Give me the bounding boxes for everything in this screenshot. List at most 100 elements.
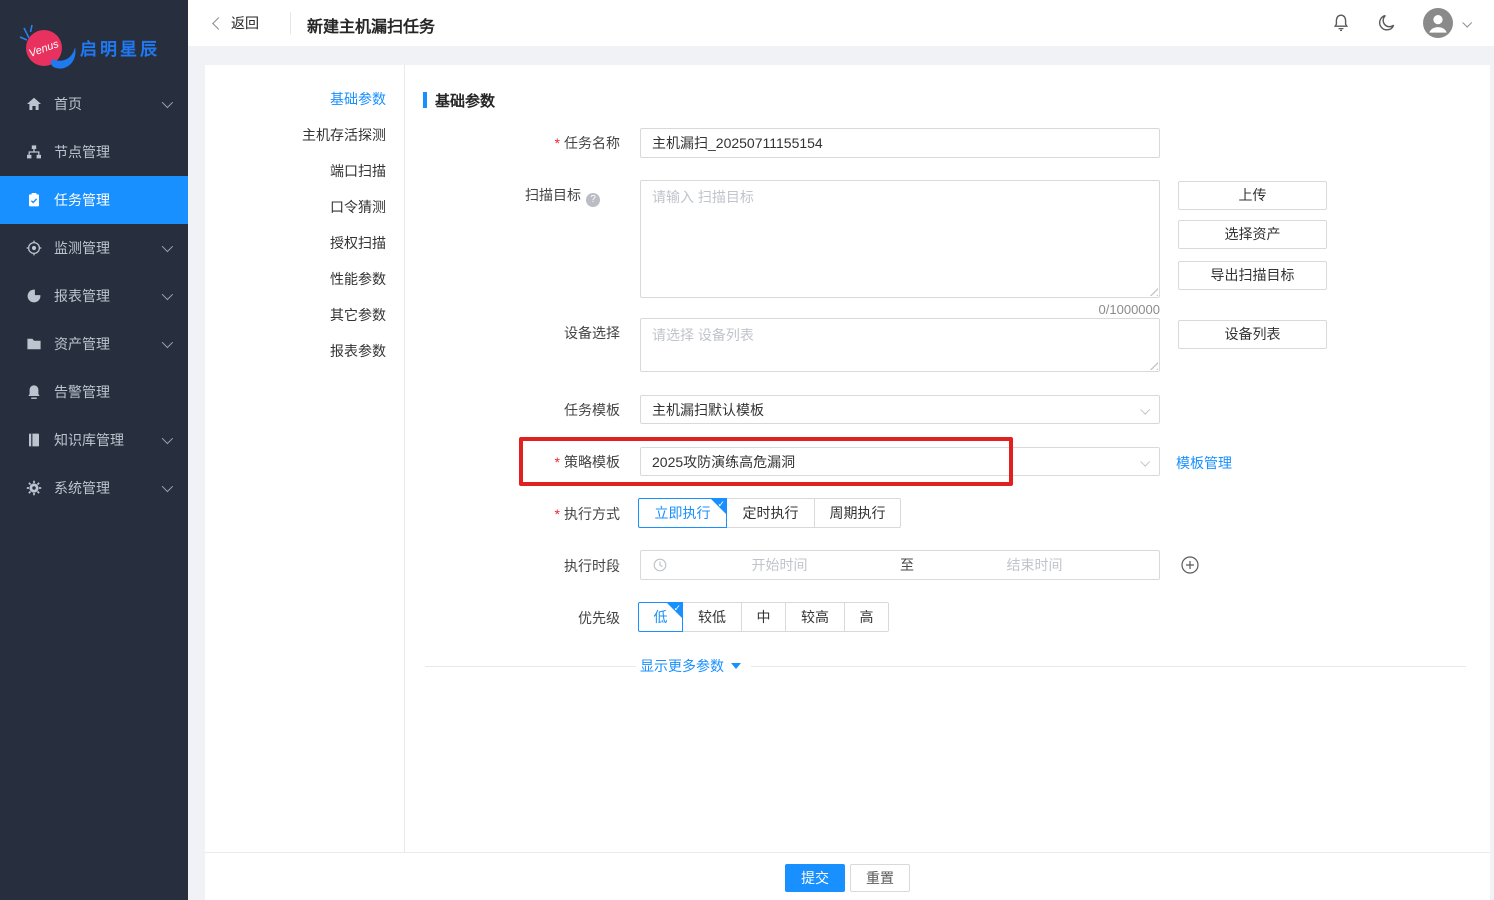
chevron-down-icon (162, 433, 173, 444)
plus-circle-icon (1181, 556, 1199, 574)
tasks-icon (26, 192, 42, 208)
subnav-item-auth-scan[interactable]: 授权扫描 (205, 233, 386, 253)
sidebar-item-label: 系统管理 (54, 478, 110, 498)
subnav-item-report[interactable]: 报表参数 (205, 341, 386, 361)
avatar (1423, 8, 1453, 38)
subnav-item-performance[interactable]: 性能参数 (205, 269, 386, 289)
priority-option-medium[interactable]: 中 (741, 602, 786, 632)
sidebar-item-tasks[interactable]: 任务管理 (0, 176, 188, 224)
knowledge-icon (26, 432, 42, 448)
export-targets-button[interactable]: 导出扫描目标 (1178, 261, 1327, 290)
device-list-button[interactable]: 设备列表 (1178, 320, 1327, 349)
nodes-icon (26, 144, 42, 160)
task-template-label: 任务模板 (440, 400, 620, 420)
start-time-placeholder: 开始时间 (667, 555, 892, 575)
show-more-params-link[interactable]: 显示更多参数 (636, 656, 751, 676)
chevron-down-icon (1462, 17, 1472, 27)
sidebar-item-monitor[interactable]: 监测管理 (0, 224, 188, 272)
sidebar-item-label: 任务管理 (54, 190, 110, 210)
sidebar-item-reports[interactable]: 报表管理 (0, 272, 188, 320)
template-manage-link[interactable]: 模板管理 (1176, 453, 1232, 473)
home-icon (26, 96, 42, 112)
subnav-item-basic[interactable]: 基础参数 (205, 89, 386, 109)
required-mark: * (555, 506, 560, 522)
sidebar-item-knowledge[interactable]: 知识库管理 (0, 416, 188, 464)
submit-button[interactable]: 提交 (785, 864, 845, 892)
sidebar-item-label: 报表管理 (54, 286, 110, 306)
back-label: 返回 (231, 13, 259, 33)
sidebar-item-system[interactable]: 系统管理 (0, 464, 188, 512)
selected-check-icon (717, 498, 725, 510)
sidebar-item-nodes[interactable]: 节点管理 (0, 128, 188, 176)
caret-down-icon (731, 663, 741, 669)
sidebar-item-label: 首页 (54, 94, 82, 114)
exec-mode-option-immediate[interactable]: 立即执行 (638, 498, 727, 528)
time-range-picker[interactable]: 开始时间 至 结束时间 (640, 550, 1160, 580)
user-menu[interactable] (1423, 8, 1470, 38)
device-select-label: 设备选择 (440, 323, 620, 343)
sidebar-item-label: 知识库管理 (54, 430, 124, 450)
brand-logo[interactable]: Venus 启明星辰 (18, 22, 178, 72)
clock-icon (653, 558, 667, 572)
priority-option-higher[interactable]: 较高 (785, 602, 845, 632)
back-button[interactable]: 返回 (214, 12, 259, 34)
range-separator: 至 (892, 555, 922, 575)
topbar-divider (290, 12, 291, 34)
dark-mode-moon-icon[interactable] (1377, 13, 1397, 33)
section-title: 基础参数 (435, 90, 495, 111)
end-time-placeholder: 结束时间 (922, 555, 1147, 575)
exec-mode-option-scheduled[interactable]: 定时执行 (726, 498, 815, 528)
sidebar-item-assets[interactable]: 资产管理 (0, 320, 188, 368)
priority-segmented: 低 较低 中 较高 高 (638, 602, 889, 632)
subnav-item-pwd-guess[interactable]: 口令猜测 (205, 197, 386, 217)
scan-target-textarea[interactable] (640, 180, 1160, 298)
chevron-down-icon (162, 337, 173, 348)
reset-button[interactable]: 重置 (850, 864, 910, 892)
chevron-down-icon (162, 289, 173, 300)
sidebar-item-home[interactable]: 首页 (0, 80, 188, 128)
venus-logo-icon: Venus (18, 22, 76, 72)
priority-option-high[interactable]: 高 (844, 602, 889, 632)
sidebar: Venus 启明星辰 首页 节点管理 任务管理 监测管理 报表管理 (0, 0, 188, 900)
assets-icon (26, 336, 42, 352)
monitor-icon (26, 240, 42, 256)
reports-icon (26, 288, 42, 304)
policy-template-value: 2025攻防演练高危漏洞 (652, 452, 795, 472)
system-icon (26, 480, 42, 496)
policy-template-select[interactable]: 2025攻防演练高危漏洞 (640, 447, 1160, 476)
add-period-button[interactable] (1181, 556, 1199, 574)
select-assets-button[interactable]: 选择资产 (1178, 220, 1327, 249)
task-template-value: 主机漏扫默认模板 (652, 400, 764, 420)
sidebar-item-label: 告警管理 (54, 382, 110, 402)
chevron-down-icon (162, 241, 173, 252)
selected-check-icon (673, 602, 681, 614)
subnav-item-host-alive[interactable]: 主机存活探测 (205, 125, 386, 145)
char-counter: 0/1000000 (640, 302, 1160, 317)
sidebar-item-alerts[interactable]: 告警管理 (0, 368, 188, 416)
form-panel: 基础参数 主机存活探测 端口扫描 口令猜测 授权扫描 性能参数 其它参数 报表参… (205, 65, 1490, 900)
sidebar-item-label: 节点管理 (54, 142, 110, 162)
topbar-actions (1331, 0, 1470, 46)
main-content: 基础参数 主机存活探测 端口扫描 口令猜测 授权扫描 性能参数 其它参数 报表参… (188, 46, 1494, 900)
priority-option-low[interactable]: 低 (638, 602, 683, 632)
device-select-textarea[interactable] (640, 318, 1160, 372)
priority-option-lower[interactable]: 较低 (682, 602, 742, 632)
section-accent-bar (423, 92, 427, 108)
exec-mode-label: *执行方式 (440, 504, 620, 524)
exec-mode-option-periodic[interactable]: 周期执行 (814, 498, 901, 528)
task-name-label: *任务名称 (440, 133, 620, 153)
help-icon[interactable] (586, 193, 600, 207)
page-title: 新建主机漏扫任务 (307, 13, 435, 37)
alerts-icon (26, 384, 42, 400)
chevron-down-icon (1140, 457, 1150, 467)
brand-name: 启明星辰 (80, 35, 160, 60)
task-name-input[interactable] (640, 128, 1160, 158)
task-template-select[interactable]: 主机漏扫默认模板 (640, 395, 1160, 424)
policy-template-label: *策略模板 (440, 452, 620, 472)
subnav-item-port-scan[interactable]: 端口扫描 (205, 161, 386, 181)
sidebar-item-label: 资产管理 (54, 334, 110, 354)
upload-button[interactable]: 上传 (1178, 181, 1327, 210)
sidebar-item-label: 监测管理 (54, 238, 110, 258)
subnav-item-other[interactable]: 其它参数 (205, 305, 386, 325)
notification-bell-icon[interactable] (1331, 13, 1351, 33)
